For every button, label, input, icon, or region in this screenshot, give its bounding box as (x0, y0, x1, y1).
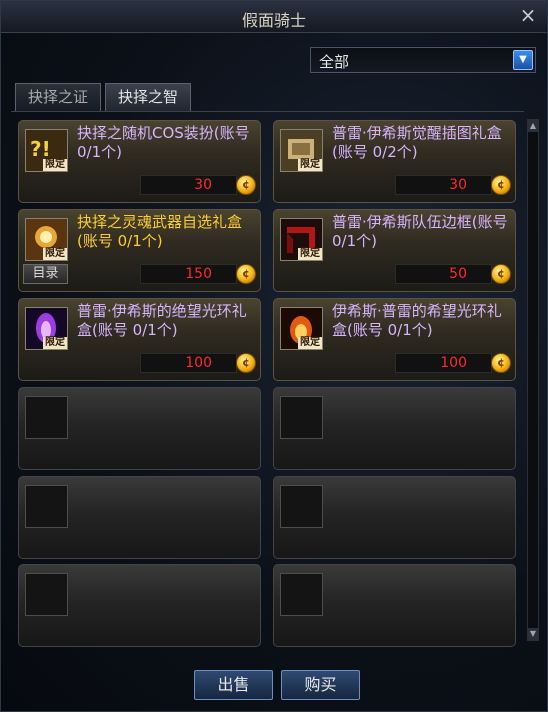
category-dropdown[interactable]: 全部 ▼ (310, 47, 536, 73)
limited-badge: 限定 (298, 248, 322, 260)
illustration-box-icon: 限定 (280, 129, 323, 172)
empty-slot (273, 476, 516, 559)
empty-slot (273, 564, 516, 647)
coin-icon: ¢ (491, 175, 511, 195)
shop-window: 假面骑士 × 全部 ▼ 抉择之证 抉择之智 ?! 限定 抉择之随机COS装扮(账… (0, 0, 548, 712)
item-name: 普雷·伊希斯队伍边框(账号 0/1个) (332, 213, 508, 250)
catalog-button[interactable]: 目录 (23, 264, 68, 284)
despair-aura-icon: 限定 (25, 307, 68, 350)
price-box: 30 (140, 175, 237, 195)
cos-box-icon: ?! 限定 (25, 129, 68, 172)
item-price: 100 (185, 355, 212, 371)
shop-item[interactable]: 限定 伊希斯·普雷的希望光环礼盒(账号 0/1个) 100 ¢ (273, 298, 516, 381)
item-name: 抉择之灵魂武器自选礼盒(账号 0/1个) (77, 213, 243, 250)
coin-icon: ¢ (236, 353, 256, 373)
limited-badge: 限定 (298, 337, 322, 349)
shop-item[interactable]: 限定 抉择之灵魂武器自选礼盒(账号 0/1个) 目录 150 ¢ (18, 209, 261, 292)
shop-item[interactable]: 限定 普雷·伊希斯队伍边框(账号 0/1个) 50 ¢ (273, 209, 516, 292)
price-box: 30 (395, 175, 492, 195)
item-grid: ?! 限定 抉择之随机COS装扮(账号 0/1个) 30 ¢ 限定 普雷·伊希斯… (11, 111, 524, 647)
dropdown-selected: 全部 (319, 53, 350, 71)
tab-proof[interactable]: 抉择之证 (15, 83, 101, 111)
hope-aura-icon: 限定 (280, 307, 323, 350)
sell-button[interactable]: 出售 (194, 670, 273, 700)
empty-icon-slot (280, 485, 323, 528)
coin-icon: ¢ (491, 353, 511, 373)
empty-icon-slot (25, 396, 68, 439)
item-price: 100 (440, 355, 467, 371)
price-box: 100 (395, 353, 492, 373)
shop-item[interactable]: 限定 普雷·伊希斯觉醒插图礼盒(账号 0/2个) 30 ¢ (273, 120, 516, 203)
coin-icon: ¢ (236, 264, 256, 284)
limited-badge: 限定 (43, 337, 67, 349)
item-name: 伊希斯·普雷的希望光环礼盒(账号 0/1个) (332, 302, 502, 339)
close-icon[interactable]: × (517, 4, 539, 26)
empty-icon-slot (280, 396, 323, 439)
price-box: 150 (140, 264, 237, 284)
empty-slot (18, 387, 261, 470)
empty-icon-slot (25, 573, 68, 616)
soul-weapon-box-icon: 限定 (25, 218, 68, 261)
empty-slot (18, 564, 261, 647)
item-price: 150 (185, 266, 212, 282)
limited-badge: 限定 (298, 159, 322, 171)
window-title: 假面骑士 (241, 11, 306, 30)
scroll-down-icon[interactable]: ▼ (528, 628, 538, 640)
tab-wisdom[interactable]: 抉择之智 (105, 83, 191, 111)
empty-slot (18, 476, 261, 559)
chevron-down-icon[interactable]: ▼ (513, 50, 533, 70)
empty-icon-slot (280, 573, 323, 616)
item-name: 普雷·伊希斯的绝望光环礼盒(账号 0/1个) (77, 302, 247, 339)
empty-slot (273, 387, 516, 470)
price-box: 50 (395, 264, 492, 284)
item-name: 抉择之随机COS装扮(账号 0/1个) (77, 124, 250, 161)
item-price: 50 (449, 266, 467, 282)
empty-icon-slot (25, 485, 68, 528)
item-price: 30 (449, 177, 467, 193)
limited-badge: 限定 (43, 248, 67, 260)
title-bar[interactable]: 假面骑士 × (1, 1, 547, 33)
scrollbar[interactable]: ▲ ▼ (527, 119, 539, 641)
buy-button[interactable]: 购买 (281, 670, 360, 700)
party-frame-icon: 限定 (280, 218, 323, 261)
limited-badge: 限定 (43, 159, 67, 171)
item-price: 30 (194, 177, 212, 193)
coin-icon: ¢ (236, 175, 256, 195)
shop-item[interactable]: ?! 限定 抉择之随机COS装扮(账号 0/1个) 30 ¢ (18, 120, 261, 203)
item-name: 普雷·伊希斯觉醒插图礼盒(账号 0/2个) (332, 124, 502, 161)
coin-icon: ¢ (491, 264, 511, 284)
svg-text:?!: ?! (30, 137, 51, 161)
price-box: 100 (140, 353, 237, 373)
shop-item[interactable]: 限定 普雷·伊希斯的绝望光环礼盒(账号 0/1个) 100 ¢ (18, 298, 261, 381)
scroll-up-icon[interactable]: ▲ (528, 120, 538, 132)
